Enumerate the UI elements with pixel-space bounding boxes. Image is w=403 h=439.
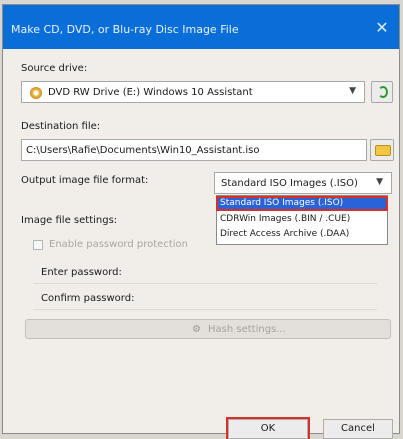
format-option-bin[interactable]: CDRWin Images (.BIN / .CUE) — [217, 213, 387, 226]
refresh-button[interactable] — [371, 81, 393, 103]
enter-password-field[interactable] — [33, 283, 377, 284]
chevron-down-icon: ▼ — [349, 86, 356, 96]
browse-button[interactable] — [370, 139, 394, 161]
destination-file-value: C:\Users\Rafie\Documents\Win10_Assistant… — [26, 145, 260, 156]
close-icon[interactable]: ✕ — [373, 19, 391, 37]
cancel-button[interactable]: Cancel — [323, 419, 393, 439]
enter-password-label: Enter password: — [41, 267, 122, 278]
output-format-select[interactable]: Standard ISO Images (.ISO) ▼ — [214, 172, 392, 194]
output-format-dropdown: Standard ISO Images (.ISO) CDRWin Images… — [216, 195, 388, 245]
output-format-selected: Standard ISO Images (.ISO) — [221, 178, 358, 189]
source-drive-value: DVD RW Drive (E:) Windows 10 Assistant — [48, 87, 253, 98]
image-settings-label: Image file settings: — [21, 215, 118, 226]
hash-settings-button[interactable]: ⚙ Hash settings... — [25, 319, 391, 339]
window-title: Make CD, DVD, or Blu-ray Disc Image File — [11, 23, 239, 36]
destination-file-input[interactable]: C:\Users\Rafie\Documents\Win10_Assistant… — [21, 139, 367, 161]
hash-icon: ⚙ — [192, 324, 201, 335]
output-format-label: Output image file format: — [21, 175, 149, 186]
enable-password-checkbox[interactable] — [33, 240, 43, 250]
destination-label: Destination file: — [21, 121, 101, 132]
folder-icon — [375, 145, 391, 156]
ok-button[interactable]: OK — [226, 417, 310, 439]
dialog-window: Make CD, DVD, or Blu-ray Disc Image File… — [2, 4, 400, 439]
confirm-password-field[interactable] — [33, 309, 377, 310]
format-option-iso[interactable]: Standard ISO Images (.ISO) — [216, 196, 388, 211]
confirm-password-label: Confirm password: — [41, 293, 135, 304]
format-option-daa[interactable]: Direct Access Archive (.DAA) — [217, 228, 387, 241]
enable-password-label: Enable password protection — [49, 239, 188, 250]
refresh-icon — [378, 86, 388, 98]
source-drive-select[interactable]: DVD RW Drive (E:) Windows 10 Assistant ▼ — [21, 81, 365, 103]
source-drive-label: Source drive: — [21, 63, 88, 74]
disc-icon — [30, 87, 42, 99]
title-bar: Make CD, DVD, or Blu-ray Disc Image File… — [3, 5, 399, 49]
hash-settings-label: Hash settings... — [208, 324, 286, 335]
chevron-down-icon: ▼ — [376, 177, 383, 187]
